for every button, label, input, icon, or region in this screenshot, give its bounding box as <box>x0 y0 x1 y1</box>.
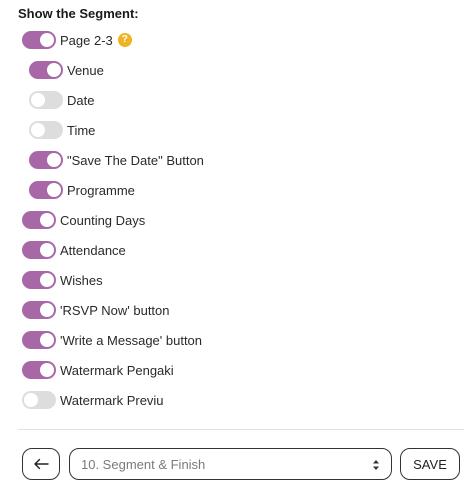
up-down-arrows-icon <box>373 460 379 470</box>
toggle-row-attendance: Attendance <box>22 239 126 261</box>
venue-toggle[interactable] <box>29 61 63 79</box>
arrow-left-icon <box>34 458 49 470</box>
toggle-label: Time <box>67 122 96 138</box>
footer-divider <box>18 429 464 430</box>
watermark-pengaki-toggle[interactable] <box>22 361 56 379</box>
toggle-row-counting-days: Counting Days <box>22 209 145 231</box>
toggle-knob <box>40 213 54 227</box>
toggle-knob <box>31 123 45 137</box>
toggle-row-wishes: Wishes <box>22 269 103 291</box>
toggle-label: 'Write a Message' button <box>60 332 203 348</box>
write-a-message-button-toggle[interactable] <box>22 331 56 349</box>
toggle-knob <box>40 303 54 317</box>
toggle-label: Watermark Pengaki <box>60 362 174 378</box>
toggle-label: Counting Days <box>60 212 146 228</box>
toggle-row-venue: Venue <box>29 59 104 81</box>
toggle-row-page-2-3: Page 2-3 ? <box>22 29 132 51</box>
toggle-label: Venue <box>67 62 104 78</box>
toggle-label: 'RSVP Now' button <box>60 302 170 318</box>
toggle-label: Programme <box>67 182 135 198</box>
toggle-label: Page 2-3 <box>60 32 113 48</box>
toggle-row-write-a-message-button: 'Write a Message' button <box>22 329 202 351</box>
toggle-knob <box>40 363 54 377</box>
toggle-row-date: Date <box>29 89 94 111</box>
time-toggle[interactable] <box>29 121 63 139</box>
toggle-knob <box>40 333 54 347</box>
segment-select-value: 10. Segment & Finish <box>81 456 206 472</box>
back-button[interactable] <box>22 448 60 480</box>
toggle-row-programme: Programme <box>29 179 135 201</box>
toggle-label: Date <box>67 92 95 108</box>
toggle-row-watermark-previu: Watermark Previu <box>22 389 164 411</box>
attendance-toggle[interactable] <box>22 241 56 259</box>
toggle-knob <box>24 393 38 407</box>
section-heading: Show the Segment: <box>18 6 139 21</box>
save-button[interactable]: SAVE <box>400 448 460 480</box>
segment-select[interactable]: 10. Segment & Finish <box>69 448 392 480</box>
watermark-previu-toggle[interactable] <box>22 391 56 409</box>
toggle-knob <box>47 63 61 77</box>
programme-toggle[interactable] <box>29 181 63 199</box>
save-the-date-button-toggle[interactable] <box>29 151 63 169</box>
toggle-label: Wishes <box>60 272 103 288</box>
toggle-knob <box>40 33 54 47</box>
toggle-knob <box>47 183 61 197</box>
toggle-row-rsvp-now-button: 'RSVP Now' button <box>22 299 170 321</box>
wishes-toggle[interactable] <box>22 271 56 289</box>
toggle-knob <box>47 153 61 167</box>
counting-days-toggle[interactable] <box>22 211 56 229</box>
rsvp-now-button-toggle[interactable] <box>22 301 56 319</box>
toggle-knob <box>40 273 54 287</box>
toggle-label: Watermark Previu <box>60 392 164 408</box>
toggle-row-time: Time <box>29 119 95 141</box>
toggle-row-save-the-date-button: "Save The Date" Button <box>29 149 204 171</box>
toggle-label: Attendance <box>60 242 126 258</box>
toggle-label: "Save The Date" Button <box>67 152 204 168</box>
toggle-row-watermark-pengaki: Watermark Pengaki <box>22 359 174 381</box>
page-2-3-toggle[interactable] <box>22 31 56 49</box>
toggle-knob <box>40 243 54 257</box>
date-toggle[interactable] <box>29 91 63 109</box>
toggle-knob <box>31 93 45 107</box>
question-icon[interactable]: ? <box>117 33 132 47</box>
